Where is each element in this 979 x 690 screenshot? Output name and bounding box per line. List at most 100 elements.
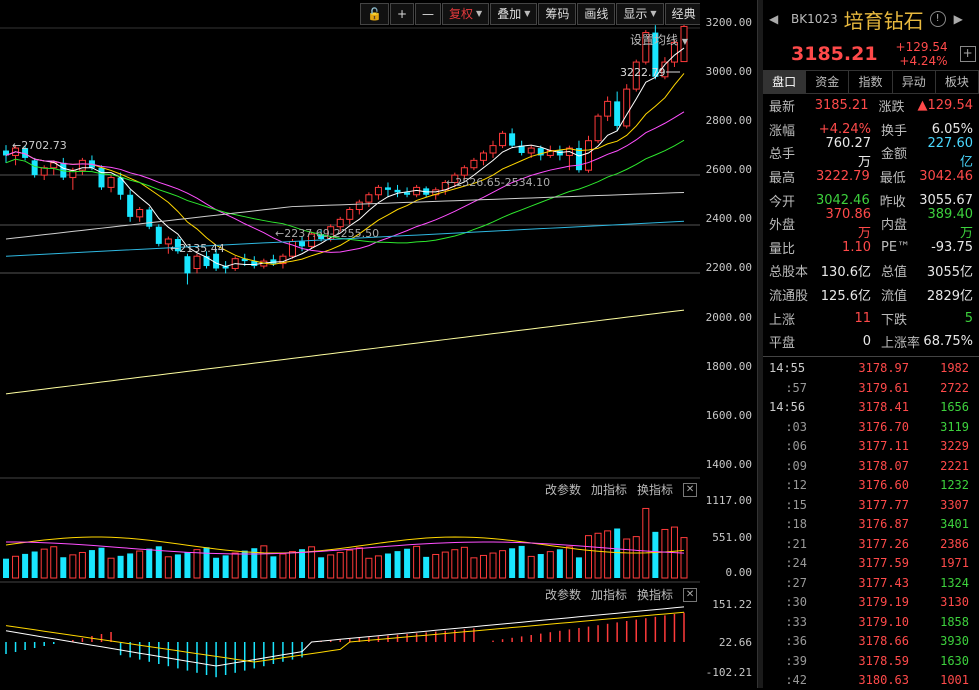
y-tick-label: 2000.00 [705, 310, 752, 324]
zoom-in-button[interactable]: + [389, 3, 415, 25]
close-icon[interactable]: ✕ [683, 482, 698, 497]
volume-bar [117, 555, 124, 578]
prev-arrow-icon[interactable]: ◀ [769, 12, 783, 26]
candle-body [527, 147, 535, 154]
quote-label: 平盘 [769, 336, 796, 352]
tick-price: 3177.59 [858, 556, 909, 571]
volume-bar [136, 550, 144, 579]
volume-bar [374, 555, 382, 579]
display-button[interactable]: 显示 ▼ [616, 3, 664, 25]
quote-label: 总值 [881, 265, 908, 281]
lock-icon[interactable]: 🔓 [360, 3, 389, 25]
quote-value: +4.24% [818, 121, 871, 137]
candle-body [394, 189, 401, 193]
range-label: ←2237.69-2255.50 [275, 227, 379, 240]
tick-row: :39 3178.59 1630 [763, 651, 979, 671]
next-arrow-icon[interactable]: ▶ [954, 12, 963, 26]
info-icon[interactable]: ! [929, 11, 946, 27]
change-indicator-button[interactable]: 换指标 [637, 481, 673, 498]
tick-time: :42 [785, 673, 807, 688]
quote-label: 总股本 [769, 265, 809, 281]
tick-price: 3177.43 [858, 575, 909, 590]
change-percent: +4.24% [899, 54, 948, 68]
quote-label: 最高 [769, 171, 796, 187]
quote-value: 125.6亿 [820, 289, 871, 305]
quote-label: 换手 [881, 123, 908, 139]
volume-bar [193, 549, 201, 579]
macd-controls: 改参数 加指标 换指标 ✕ [545, 586, 698, 603]
classic-button[interactable]: 经典 [664, 3, 703, 25]
tick-volume: 1324 [940, 575, 969, 590]
volume-bar [623, 538, 631, 579]
tick-row: :15 3177.77 3307 [763, 495, 979, 515]
tab-1[interactable]: 资金 [806, 71, 850, 93]
tick-row: :21 3177.26 2386 [763, 534, 979, 554]
sub-y-tick-label: 551.00 [712, 531, 752, 544]
chips-button[interactable]: 筹码 [538, 3, 577, 25]
tab-3[interactable]: 异动 [893, 71, 936, 93]
tick-time: :30 [785, 595, 807, 610]
volume-bar [518, 545, 525, 578]
tab-2[interactable]: 指数 [849, 71, 893, 93]
tick-price: 3179.10 [858, 614, 909, 629]
add-indicator-button[interactable]: 加指标 [591, 481, 627, 498]
tab-4[interactable]: 板块 [936, 71, 979, 93]
quote-table: 最新 3185.21 涨跌 ▲129.54 涨幅 +4.24% 换手 6.05% 总手 760.2… [763, 94, 979, 354]
tick-time: :57 [785, 380, 807, 395]
change-indicator-button[interactable]: 换指标 [637, 586, 673, 603]
volume-bar [460, 546, 468, 579]
volume-bar [318, 557, 325, 578]
volume-bar [489, 552, 497, 579]
tick-price: 3177.11 [858, 439, 909, 454]
candle-body [31, 160, 38, 176]
tick-price: 3179.61 [858, 380, 909, 395]
tick-row: :36 3178.66 3930 [763, 632, 979, 652]
tick-time: :18 [785, 517, 807, 532]
candle-body [355, 201, 363, 211]
zoom-out-button[interactable]: — [415, 3, 442, 25]
y-tick-label: 2600.00 [705, 163, 752, 177]
quote-label: 今开 [769, 194, 796, 210]
volume-bar [146, 548, 153, 578]
add-watchlist-icon[interactable]: + [959, 46, 976, 62]
panel-tabs: 盘口 资金 指数 异动 板块 [763, 70, 979, 94]
kline-chart[interactable]: 3222.79 ←2702.73 ←2135.44 ←2237.69-2255.50 ←… [0, 0, 700, 688]
y-tick-label: 3200.00 [705, 15, 752, 29]
volume-bar [451, 549, 459, 579]
volume-bar [556, 549, 563, 578]
close-icon[interactable]: ✕ [683, 587, 698, 602]
y-tick-label: 2400.00 [705, 212, 752, 226]
tick-time: :33 [785, 614, 807, 629]
volume-bar [78, 551, 86, 579]
fuquan-button[interactable]: 复权 ▼ [442, 3, 490, 25]
tick-time: :39 [785, 653, 807, 668]
y-tick-label: 1800.00 [705, 359, 752, 373]
quote-value: -93.75 [931, 239, 973, 255]
quote-value: 5 [964, 310, 973, 326]
tick-row: :09 3178.07 2221 [763, 456, 979, 476]
tab-0[interactable]: 盘口 [763, 71, 807, 93]
quote-label: 内盘 [881, 218, 908, 234]
ma-settings-button[interactable]: 设置均线 ▼ [630, 31, 688, 48]
tick-price: 3177.77 [858, 497, 909, 512]
candle-body [594, 115, 602, 142]
tick-row: :18 3176.87 3401 [763, 515, 979, 535]
tick-volume: 3119 [940, 419, 969, 434]
tick-price: 3177.26 [858, 536, 909, 551]
edit-params-button[interactable]: 改参数 [545, 586, 581, 603]
candle-body [193, 255, 201, 269]
volume-bar [404, 548, 411, 578]
sub-y-tick-label: 1117.00 [705, 494, 752, 507]
overlay-button[interactable]: 叠加 ▼ [490, 3, 538, 25]
y-tick-label: 2800.00 [705, 114, 752, 128]
sub-y-tick-label: -102.21 [705, 666, 752, 679]
draw-line-button[interactable]: 画线 [577, 3, 616, 25]
edit-params-button[interactable]: 改参数 [545, 481, 581, 498]
tick-list[interactable]: 14:55 3178.97 1982:57 3179.61 2722 14:56 3178.… [763, 359, 979, 690]
tick-row: :30 3179.19 3130 [763, 593, 979, 613]
tick-volume: 1858 [940, 614, 969, 629]
quote-label: 昨收 [879, 194, 906, 210]
add-indicator-button[interactable]: 加指标 [591, 586, 627, 603]
quote-value: 227.60亿 [927, 135, 974, 170]
candle-body [146, 209, 153, 227]
